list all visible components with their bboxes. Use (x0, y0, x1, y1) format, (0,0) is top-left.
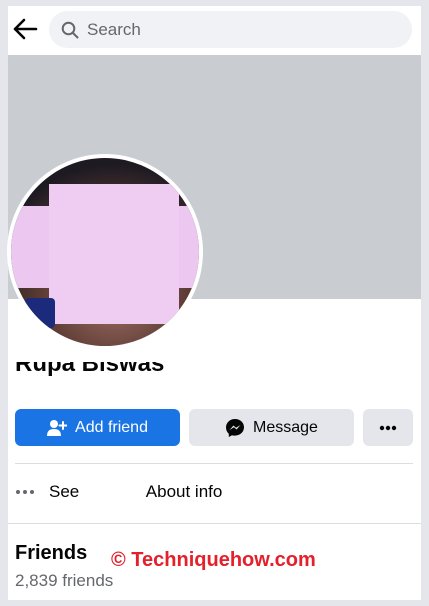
search-bar[interactable] (49, 11, 412, 48)
back-button[interactable] (10, 14, 40, 44)
watermark: © Techniquehow.com (111, 549, 316, 571)
profile-avatar[interactable] (11, 158, 199, 346)
add-friend-button[interactable]: Add friend (15, 409, 180, 446)
search-icon (61, 21, 79, 38)
search-input[interactable] (87, 19, 387, 40)
about-prefix: See (49, 482, 80, 501)
message-button[interactable]: Message (189, 409, 354, 446)
friends-heading[interactable]: Friends (15, 542, 87, 565)
divider (15, 463, 413, 464)
message-label: Message (253, 418, 318, 436)
person-add-icon (47, 419, 68, 437)
profile-name: Rupa Biswas (15, 362, 315, 386)
profile-name-text: Rupa Biswas (15, 362, 165, 377)
messenger-icon (225, 418, 245, 438)
section-divider (8, 523, 421, 524)
about-suffix: About info (145, 482, 223, 501)
see-about-info-label: See About info (49, 482, 222, 502)
friends-count: 2,839 friends (15, 571, 114, 590)
arrow-left-icon (13, 18, 38, 40)
more-dots-icon (15, 489, 37, 495)
more-options-button[interactable] (363, 409, 413, 446)
more-dots-icon (379, 425, 397, 430)
name-redaction (84, 486, 142, 500)
avatar-detail (25, 298, 55, 328)
avatar-redaction (49, 184, 179, 324)
add-friend-label: Add friend (75, 418, 148, 436)
see-about-info-row[interactable]: See About info (15, 476, 413, 508)
top-bar (8, 6, 421, 54)
